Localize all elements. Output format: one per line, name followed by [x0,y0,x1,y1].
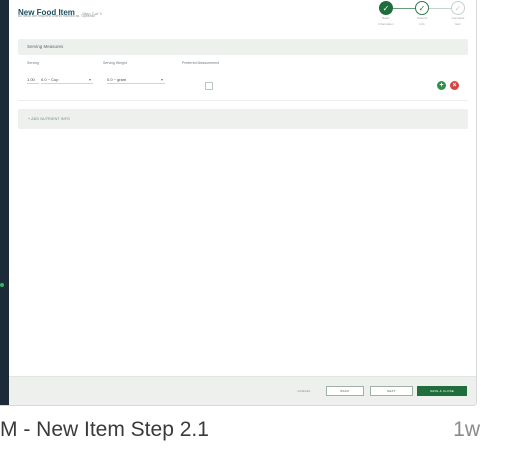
screenshot-card: New Food Item Step 2 of 3 All fields are… [0,0,477,406]
page-header: New Food Item Step 2 of 3 All fields are… [9,0,476,30]
chevron-down-icon: ▾ [160,76,163,82]
back-button[interactable]: BACK [326,386,364,396]
serving-weight-value: 0.0 ~ gram [107,76,127,82]
row-divider [18,100,468,101]
column-label-serving: Serving [27,61,39,65]
step-basic-information[interactable]: ✓ Basic Information [371,1,401,26]
progress-stepper: ✓ Basic Information ✓ Nutrient Info ✓ Co… [371,0,473,30]
serving-measures-section-header: Serving Measures [18,39,468,55]
serving-unit-value: 0.0 ~ Cup [41,76,59,82]
step-label: Nutrient [416,16,428,20]
app-window: New Food Item Step 2 of 3 All fields are… [9,0,476,405]
next-button[interactable]: NEXT [370,386,413,396]
step-label: Complete [451,16,465,20]
add-nutrient-bar: + ADD NUTRIENT INFO [18,109,468,129]
step-label: Item [455,21,461,26]
required-fields-note: All fields are required unless marked as… [18,14,96,18]
save-and-close-button[interactable]: SAVE & CLOSE [417,386,467,396]
step-label: Basic [382,16,390,20]
serving-quantity-input[interactable]: 1.00 [27,75,39,84]
step-label: Info [419,21,425,26]
add-serving-row-plus-circle-icon[interactable]: + [437,81,446,90]
cancel-button[interactable]: CANCEL [294,386,314,396]
step-nutrient-info[interactable]: ✓ Nutrient Info [407,1,437,26]
remove-serving-row-close-circle-icon[interactable]: × [450,81,459,90]
add-nutrient-info-link[interactable]: + ADD NUTRIENT INFO [28,117,70,121]
serving-weight-select[interactable]: 0.0 ~ gram ▾ [107,75,165,84]
serving-unit-select[interactable]: 0.0 ~ Cup ▾ [41,75,93,84]
screenshot-caption-title: M - New Item Step 2.1 [0,418,209,441]
sidebar-indicator-dot [0,283,4,287]
column-label-preferred-measurement: Preferred Measurement [182,61,219,65]
step-current-check-icon: ✓ [415,1,429,15]
step-label: Information [378,21,394,26]
left-sidebar-rail [0,0,9,405]
step-complete-check-icon: ✓ [379,1,393,15]
step-complete-item[interactable]: ✓ Complete Item [443,1,473,26]
form-footer: CANCEL BACK NEXT SAVE & CLOSE [9,376,476,405]
chevron-down-icon: ▾ [88,76,91,82]
preferred-measurement-checkbox[interactable] [205,82,213,90]
step-pending-check-icon: ✓ [451,1,465,15]
section-title: Serving Measures [27,44,64,49]
screenshot-age-label: 1w [453,418,480,441]
column-label-serving-weight: Serving Weight [103,61,127,65]
